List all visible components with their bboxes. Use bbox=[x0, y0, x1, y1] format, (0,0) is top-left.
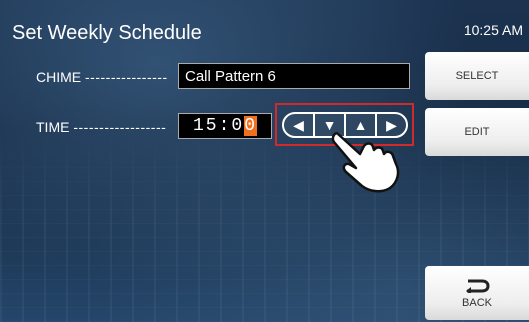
left-arrow-icon: ◀ bbox=[293, 116, 304, 133]
chime-field[interactable]: Call Pattern 6 bbox=[178, 63, 410, 89]
page-title: Set Weekly Schedule bbox=[12, 22, 202, 44]
chime-label: CHIME bbox=[36, 69, 82, 85]
edit-button[interactable]: EDIT bbox=[425, 108, 529, 156]
screen: Set Weekly Schedule 10:25 AM CHIME -----… bbox=[0, 0, 529, 322]
time-field[interactable]: 15:00 bbox=[178, 113, 272, 139]
pointing-hand-icon bbox=[331, 132, 400, 193]
clock: 10:25 AM bbox=[463, 22, 523, 38]
time-cursor-digit: 0 bbox=[244, 116, 258, 136]
left-arrow-button[interactable]: ◀ bbox=[284, 114, 313, 136]
edit-button-label: EDIT bbox=[464, 126, 490, 138]
time-label: TIME bbox=[36, 119, 70, 135]
time-dashes: ------------------ bbox=[73, 119, 167, 135]
time-value: 15:0 bbox=[192, 116, 245, 136]
chime-dashes: ---------------- bbox=[85, 69, 168, 85]
select-button[interactable]: SELECT bbox=[425, 52, 529, 100]
back-button-label: BACK bbox=[462, 297, 492, 309]
back-arrow-icon bbox=[466, 279, 490, 293]
chime-label-row: CHIME ---------------- bbox=[36, 69, 168, 85]
back-button[interactable]: BACK bbox=[425, 266, 529, 320]
time-label-row: TIME ------------------ bbox=[36, 119, 166, 135]
select-button-label: SELECT bbox=[455, 70, 499, 82]
